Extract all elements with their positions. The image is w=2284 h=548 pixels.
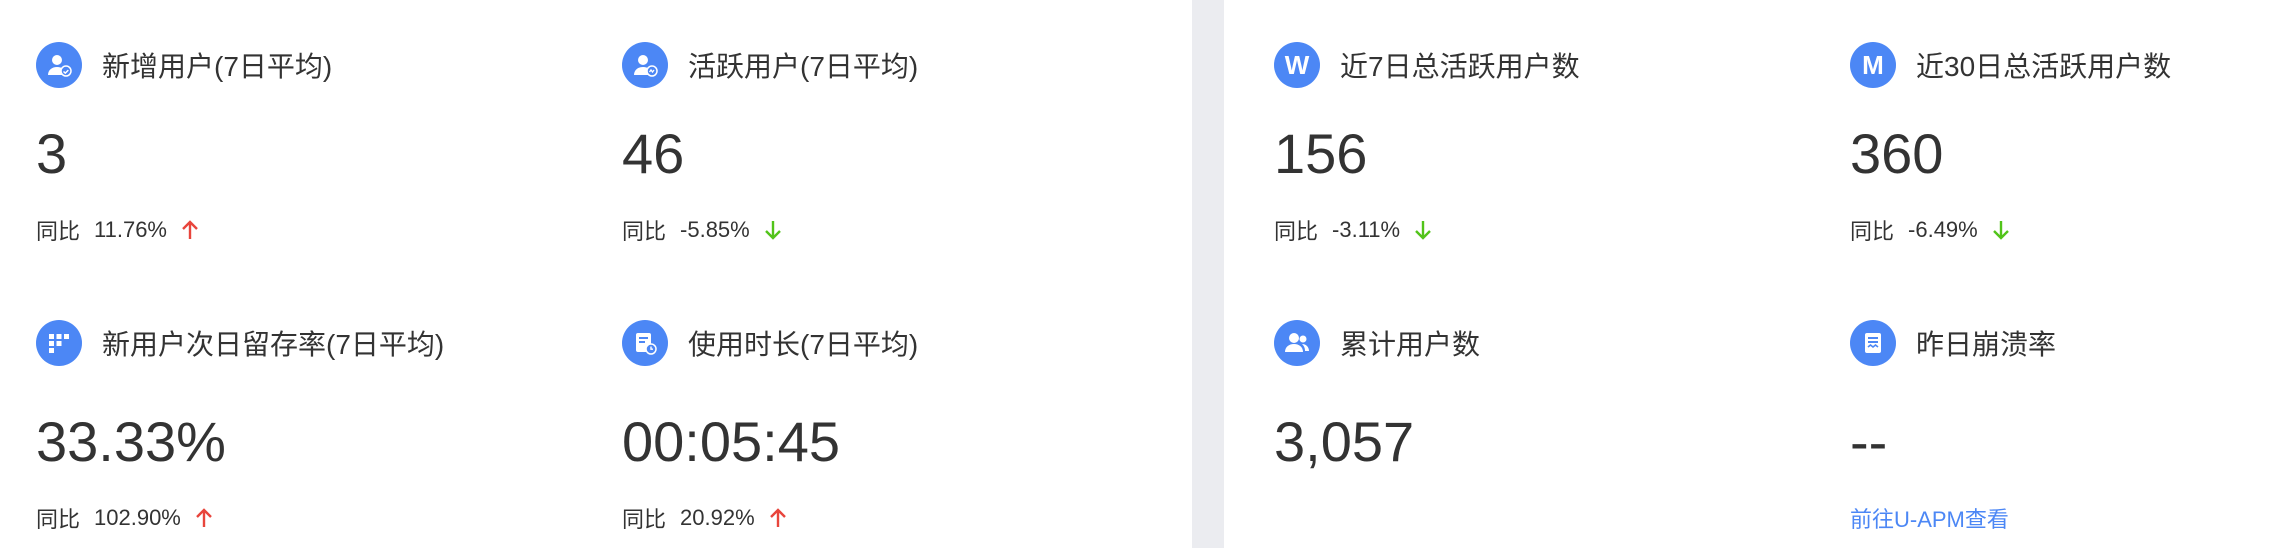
metric-card-weekly-active: W 近7日总活跃用户数 156 同比 -3.11%: [1274, 0, 1794, 260]
m-letter-icon: M: [1850, 42, 1896, 88]
metric-value: 156: [1274, 122, 1368, 185]
arrow-up-icon: [769, 507, 787, 529]
card-title: 使用时长(7日平均): [688, 329, 919, 360]
card-title: 昨日崩溃率: [1916, 329, 2057, 360]
card-header: 累计用户数: [1274, 320, 1480, 366]
card-title: 近30日总活跃用户数: [1916, 51, 2172, 82]
left-metrics-panel: 新增用户(7日平均) 3 同比 11.76% 活跃用户(7日平均) 46 同比: [0, 0, 1192, 548]
card-header: 使用时长(7日平均): [622, 320, 918, 366]
clock-document-icon: [622, 320, 668, 366]
metric-value: 3,057: [1274, 410, 1415, 473]
card-header: W 近7日总活跃用户数: [1274, 42, 1580, 88]
metric-card-new-users: 新增用户(7日平均) 3 同比 11.76%: [36, 0, 556, 260]
compare-row: 同比 20.92%: [622, 502, 787, 534]
right-metrics-panel: W 近7日总活跃用户数 156 同比 -3.11% M 近30日总活跃用户数 3…: [1224, 0, 2284, 548]
panel-divider: [1192, 0, 1224, 548]
compare-label: 同比: [622, 219, 667, 244]
card-header: M 近30日总活跃用户数: [1850, 42, 2171, 88]
card-title: 近7日总活跃用户数: [1340, 51, 1580, 82]
compare-row: 同比 -6.49%: [1850, 214, 2010, 246]
compare-percent: 20.92%: [680, 505, 755, 530]
arrow-down-icon: [1414, 219, 1432, 241]
user-add-icon: [36, 42, 82, 88]
arrow-down-icon: [764, 219, 782, 241]
card-title: 新用户次日留存率(7日平均): [102, 329, 445, 360]
compare-percent: 102.90%: [94, 505, 181, 530]
metric-card-usage-duration: 使用时长(7日平均) 00:05:45 同比 20.92%: [622, 288, 1142, 548]
metric-value: 3: [36, 122, 68, 185]
card-title: 累计用户数: [1340, 329, 1481, 360]
metric-value: 360: [1850, 122, 1944, 185]
compare-label: 同比: [1274, 219, 1319, 244]
metric-value: --: [1850, 410, 1888, 473]
compare-percent: -6.49%: [1908, 217, 1978, 242]
dashboard-overview: 新增用户(7日平均) 3 同比 11.76% 活跃用户(7日平均) 46 同比: [0, 0, 2284, 548]
compare-label: 同比: [36, 507, 81, 532]
users-icon: [1274, 320, 1320, 366]
compare-percent: -5.85%: [680, 217, 750, 242]
arrow-up-icon: [181, 219, 199, 241]
metric-value: 33.33%: [36, 410, 226, 473]
metric-value: 00:05:45: [622, 410, 840, 473]
arrow-up-icon: [195, 507, 213, 529]
grid-icon: [36, 320, 82, 366]
compare-row: 同比 -3.11%: [1274, 214, 1432, 246]
compare-row: 同比 102.90%: [36, 502, 213, 534]
compare-row: 同比 -5.85%: [622, 214, 782, 246]
card-header: 昨日崩溃率: [1850, 320, 2056, 366]
crash-report-icon: [1850, 320, 1896, 366]
metric-card-monthly-active: M 近30日总活跃用户数 360 同比 -6.49%: [1850, 0, 2280, 260]
card-header: 新用户次日留存率(7日平均): [36, 320, 444, 366]
card-header: 活跃用户(7日平均): [622, 42, 918, 88]
compare-label: 同比: [1850, 219, 1895, 244]
metric-card-active-users: 活跃用户(7日平均) 46 同比 -5.85%: [622, 0, 1142, 260]
compare-row: 同比 11.76%: [36, 214, 199, 246]
arrow-down-icon: [1992, 219, 2010, 241]
user-active-icon: [622, 42, 668, 88]
compare-percent: 11.76%: [94, 217, 167, 242]
card-title: 活跃用户(7日平均): [688, 51, 919, 82]
compare-label: 同比: [622, 507, 667, 532]
metric-card-crash-rate: 昨日崩溃率 -- 前往U-APM查看: [1850, 288, 2280, 548]
compare-label: 同比: [36, 219, 81, 244]
w-letter-icon: W: [1274, 42, 1320, 88]
card-header: 新增用户(7日平均): [36, 42, 332, 88]
metric-card-retention: 新用户次日留存率(7日平均) 33.33% 同比 102.90%: [36, 288, 556, 548]
card-title: 新增用户(7日平均): [102, 51, 333, 82]
view-in-uapm-link[interactable]: 前往U-APM查看: [1850, 502, 2009, 534]
compare-percent: -3.11%: [1332, 217, 1401, 242]
metric-card-total-users: 累计用户数 3,057: [1274, 288, 1794, 548]
metric-value: 46: [622, 122, 685, 185]
